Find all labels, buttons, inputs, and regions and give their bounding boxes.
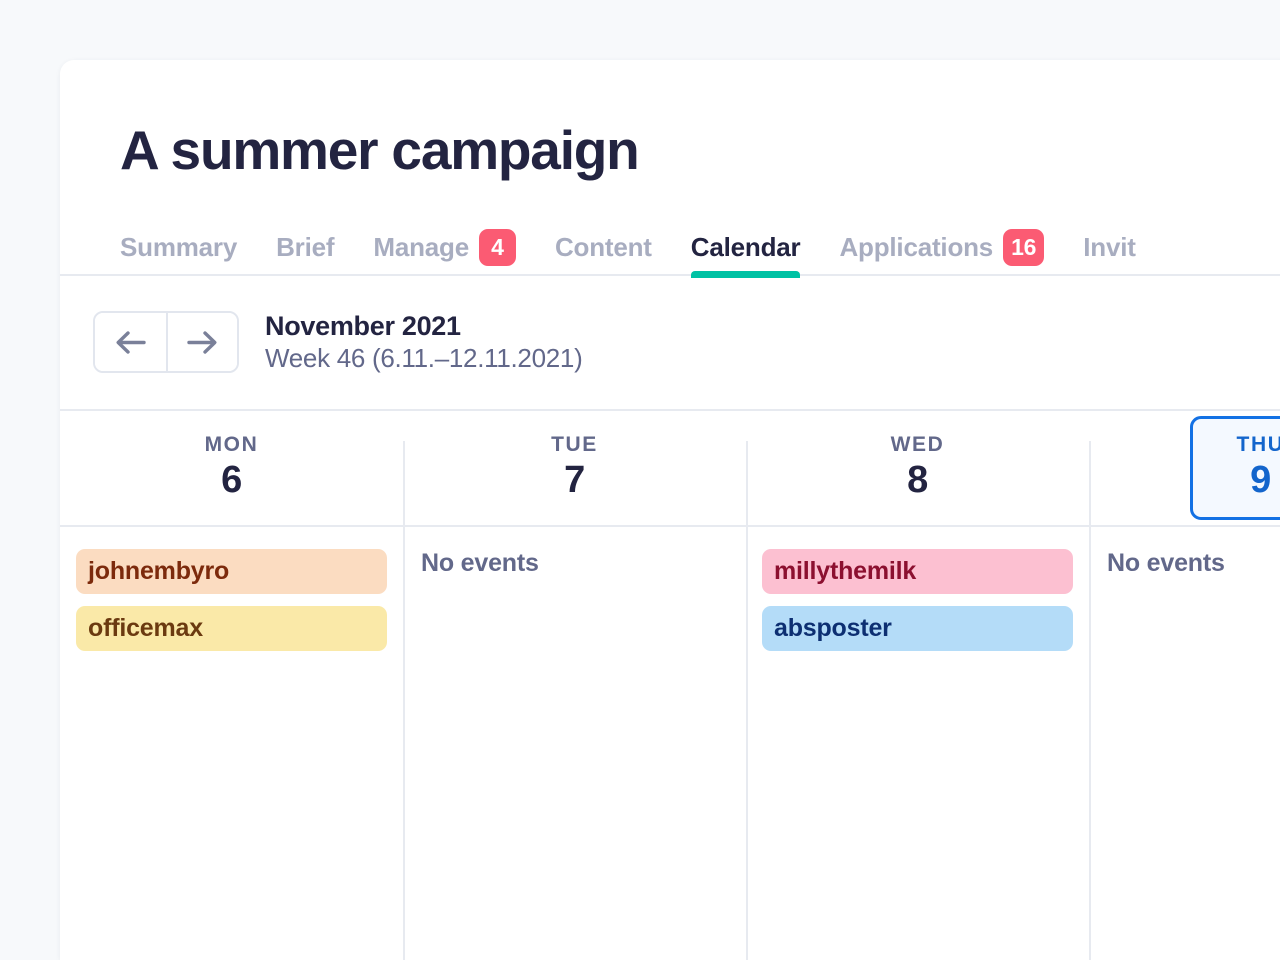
tab-invites[interactable]: Invit [1083, 220, 1135, 276]
tab-manage[interactable]: Manage 4 [373, 220, 516, 276]
day-number: 8 [907, 459, 928, 502]
week-toolbar: November 2021 Week 46 (6.11.–12.11.2021) [60, 276, 1280, 411]
day-header-box: TUE 7 [403, 411, 746, 525]
arrow-right-icon [186, 329, 219, 356]
tab-label: Content [555, 232, 652, 263]
day-name: WED [891, 433, 945, 457]
day-header-box: WED 8 [746, 411, 1089, 525]
tab-badge-manage: 4 [479, 229, 516, 266]
day-name: MON [205, 433, 259, 457]
day-cell-thu[interactable]: No events [1089, 527, 1280, 960]
tab-brief[interactable]: Brief [276, 220, 334, 276]
day-cell-wed[interactable]: millythemilk absposter [746, 527, 1089, 960]
campaign-card: A summer campaign Summary Brief Manage 4… [60, 60, 1280, 960]
tab-label: Calendar [691, 232, 801, 263]
day-number: 7 [564, 459, 585, 502]
tab-label: Applications [839, 232, 993, 263]
day-header-wed[interactable]: WED 8 [746, 411, 1089, 525]
period-week-range: Week 46 (6.11.–12.11.2021) [265, 343, 582, 375]
day-cell-mon[interactable]: johnembyro officemax [60, 527, 403, 960]
day-header-mon[interactable]: MON 6 [60, 411, 403, 525]
event-chip[interactable]: absposter [762, 606, 1073, 651]
tab-bar: Summary Brief Manage 4 Content Calendar … [60, 220, 1280, 276]
prev-week-button[interactable] [95, 313, 166, 371]
event-chip[interactable]: millythemilk [762, 549, 1073, 594]
page-title: A summer campaign [60, 60, 1280, 180]
tab-label: Manage [373, 232, 469, 263]
day-header-box-today: THU 9 [1190, 416, 1280, 520]
tab-summary[interactable]: Summary [120, 220, 237, 276]
week-day-headers: MON 6 TUE 7 WED 8 THU 9 [60, 411, 1280, 527]
no-events-label: No events [419, 549, 730, 578]
day-header-thu[interactable]: THU 9 [1089, 411, 1280, 525]
tab-calendar[interactable]: Calendar [691, 220, 801, 276]
tab-label: Summary [120, 232, 237, 263]
week-nav-group [93, 311, 239, 373]
next-week-button[interactable] [166, 313, 237, 371]
tab-content[interactable]: Content [555, 220, 652, 276]
event-chip[interactable]: johnembyro [76, 549, 387, 594]
event-chip[interactable]: officemax [76, 606, 387, 651]
day-header-tue[interactable]: TUE 7 [403, 411, 746, 525]
no-events-label: No events [1105, 549, 1280, 578]
day-cell-tue[interactable]: No events [403, 527, 746, 960]
day-number: 9 [1250, 459, 1271, 502]
tab-badge-applications: 16 [1003, 229, 1044, 266]
tab-label: Invit [1083, 232, 1135, 263]
arrow-left-icon [114, 329, 147, 356]
day-name: THU [1237, 433, 1280, 457]
tab-label: Brief [276, 232, 334, 263]
day-name: TUE [551, 433, 598, 457]
tab-applications[interactable]: Applications 16 [839, 220, 1044, 276]
period-label: November 2021 Week 46 (6.11.–12.11.2021) [265, 310, 582, 375]
day-header-box: MON 6 [60, 411, 403, 525]
week-events-row: johnembyro officemax No events millythem… [60, 527, 1280, 960]
period-month: November 2021 [265, 310, 582, 343]
day-number: 6 [221, 459, 242, 502]
